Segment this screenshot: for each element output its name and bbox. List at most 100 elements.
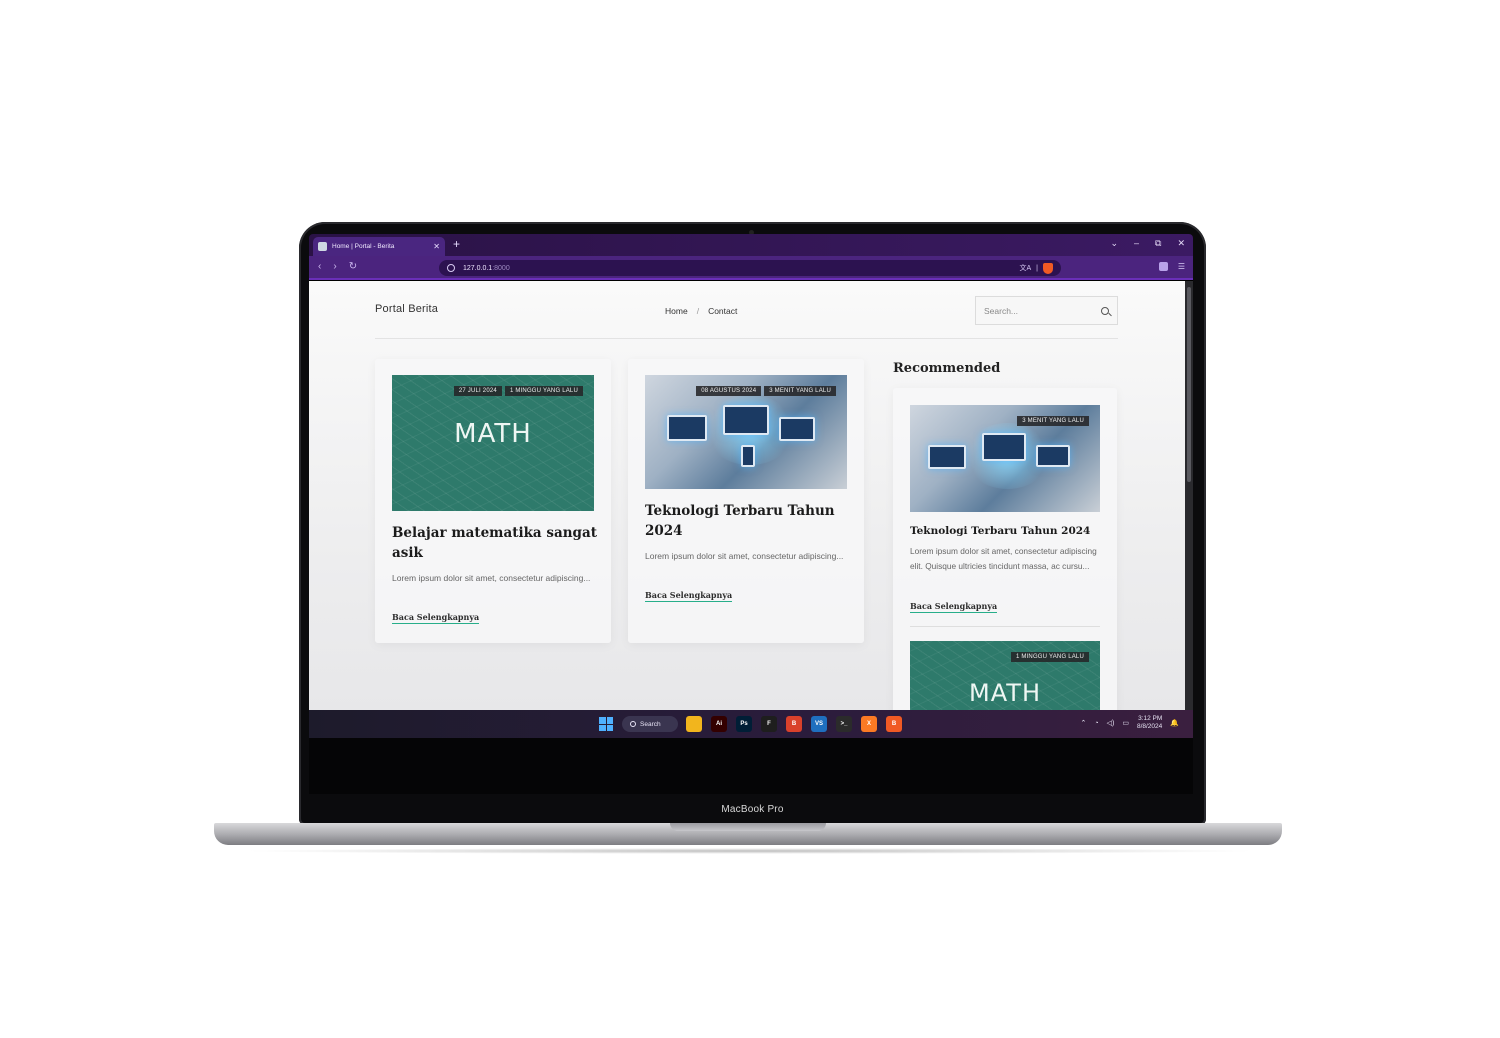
nav-buttons: ‹ › ↻ (318, 261, 357, 272)
browser-tab-active[interactable]: Home | Portal - Berita ✕ (313, 237, 445, 256)
time-ago-badge: 1 MINGGU YANG LALU (1010, 652, 1089, 662)
read-more-link[interactable]: Baca Selengkapnya (645, 590, 733, 602)
monitor-device (982, 433, 1026, 461)
read-more-link[interactable]: Baca Selengkapnya (910, 601, 998, 613)
base-shadow (240, 848, 1260, 854)
math-word: MATH (454, 419, 532, 449)
article-card: MATH 27 JULI 2024 1 MINGGU YANG LALU Bel… (375, 359, 611, 643)
screen-bottom-edge (309, 738, 1193, 794)
recommended-title[interactable]: Teknologi Terbaru Tahun 2024 (910, 524, 1105, 540)
tab-search-icon[interactable]: ⌄ (1110, 238, 1118, 249)
base-notch (670, 823, 826, 831)
toolbar-menu: ☰ (1158, 262, 1185, 271)
new-tab-button[interactable]: + (453, 237, 460, 251)
recommended-image-technology[interactable]: 3 MENIT YANG LALU (910, 405, 1100, 512)
laptop-device (667, 415, 707, 441)
math-word: MATH (969, 679, 1041, 707)
site-brand[interactable]: Portal Berita (375, 303, 438, 315)
address-bar[interactable]: 127.0.0.1:8000 文A | (439, 260, 1061, 276)
taskbar-clock[interactable]: 3:12 PM 8/8/2024 (1137, 715, 1162, 731)
nav-home-link[interactable]: Home (665, 306, 688, 316)
profile-icon[interactable] (1158, 262, 1168, 271)
screen: Home | Portal - Berita ✕ + ⌄ – ⧉ ✕ ‹ › ↻… (309, 234, 1193, 794)
time-ago-badge: 3 MENIT YANG LALU (1017, 416, 1089, 426)
window-controls: ⌄ – ⧉ ✕ (1110, 238, 1185, 249)
minimize-icon[interactable]: – (1134, 238, 1139, 249)
volume-icon[interactable]: ◁) (1107, 719, 1115, 727)
restore-icon[interactable]: ⧉ (1155, 238, 1161, 249)
scrollbar-thumb[interactable] (1187, 287, 1191, 482)
laptop-lid: Home | Portal - Berita ✕ + ⌄ – ⧉ ✕ ‹ › ↻… (299, 222, 1206, 825)
start-tile (606, 717, 613, 724)
search-icon[interactable] (1101, 306, 1109, 315)
browser-toolbar: ‹ › ↻ 127.0.0.1:8000 文A | ☰ (309, 256, 1193, 280)
close-window-icon[interactable]: ✕ (1177, 238, 1185, 249)
address-bar-actions: 文A | (1020, 262, 1053, 274)
back-icon[interactable]: ‹ (318, 261, 321, 272)
laptop-base (214, 823, 1282, 845)
vscode-icon[interactable]: VS (811, 716, 827, 732)
time-ago-badge: 3 MENIT YANG LALU (764, 386, 836, 396)
notification-bell-icon[interactable]: 🔔 (1170, 719, 1179, 727)
hamburger-menu-icon[interactable]: ☰ (1178, 262, 1185, 271)
monitor-device (723, 405, 769, 435)
url-port: :8000 (492, 264, 510, 272)
xampp-glyph: X (866, 721, 871, 727)
recommended-badges: 1 MINGGU YANG LALU (1010, 652, 1089, 662)
close-tab-icon[interactable]: ✕ (433, 242, 440, 251)
article-badges: 08 AGUSTUS 2024 3 MENIT YANG LALU (696, 386, 836, 396)
search-input[interactable] (984, 305, 1094, 316)
article-title[interactable]: Belajar matematika sangat asik (392, 523, 597, 564)
photoshop-icon[interactable]: Ps (736, 716, 752, 732)
tab-title: Home | Portal - Berita (332, 243, 395, 250)
article-card: 08 AGUSTUS 2024 3 MENIT YANG LALU Teknol… (628, 359, 864, 643)
tray-overflow-icon[interactable]: ⌃ (1081, 719, 1087, 727)
xampp-icon[interactable]: X (861, 716, 877, 732)
forward-icon[interactable]: › (333, 261, 336, 272)
start-tile (599, 717, 606, 724)
bezel-label: MacBook Pro (721, 804, 784, 815)
battery-icon[interactable]: ▭ (1122, 719, 1129, 727)
taskbar-apps: Ai Ps F B VS >_ X B (686, 716, 902, 732)
vscode-glyph: VS (814, 721, 823, 727)
recommended-card: 3 MENIT YANG LALU Teknologi Terbaru Tahu… (893, 388, 1117, 710)
phone-device (741, 445, 755, 467)
clock-date: 8/8/2024 (1136, 723, 1163, 731)
article-image-math[interactable]: MATH 27 JULI 2024 1 MINGGU YANG LALU (392, 375, 594, 511)
article-image-technology[interactable]: 08 AGUSTUS 2024 3 MENIT YANG LALU (645, 375, 847, 489)
site-info-icon[interactable] (447, 264, 455, 272)
tablet-device (1036, 445, 1070, 467)
system-tray: ⌃ ◔ ◁) ▭ 3:12 PM 8/8/2024 🔔 (1081, 715, 1179, 731)
article-badges: 27 JULI 2024 1 MINGGU YANG LALU (453, 386, 583, 396)
nav-contact-link[interactable]: Contact (708, 306, 737, 316)
taskbar-search-button[interactable]: Search (622, 716, 678, 732)
wifi-icon[interactable]: ◔ (1094, 720, 1098, 727)
search-icon (630, 721, 636, 727)
start-tile (606, 724, 613, 731)
brave-nightly-icon[interactable]: B (786, 716, 802, 732)
page-scrollbar[interactable] (1185, 281, 1193, 710)
illustrator-icon[interactable]: Ai (711, 716, 727, 732)
taskbar-search-label: Search (640, 720, 661, 728)
reload-icon[interactable]: ↻ (349, 261, 357, 272)
recommended-excerpt: Lorem ipsum dolor sit amet, consectetur … (910, 546, 1097, 571)
illustrator-glyph: Ai (716, 721, 722, 727)
article-title[interactable]: Teknologi Terbaru Tahun 2024 (645, 501, 850, 542)
url-text[interactable]: 127.0.0.1:8000 (463, 265, 510, 272)
brave-shield-icon[interactable] (1043, 262, 1053, 274)
windows-start-icon[interactable] (599, 717, 613, 731)
brave-icon[interactable]: B (886, 716, 902, 732)
date-badge: 27 JULI 2024 (453, 386, 502, 396)
brave-nightly-glyph: B (791, 721, 797, 727)
search-box (975, 296, 1118, 325)
recommended-image-math[interactable]: MATH 1 MINGGU YANG LALU (910, 641, 1100, 710)
read-more-link[interactable]: Baca Selengkapnya (392, 612, 480, 624)
terminal-icon[interactable]: >_ (836, 716, 852, 732)
translate-icon[interactable]: 文A (1020, 263, 1032, 273)
windows-taskbar: Search Ai Ps F B VS >_ X B ⌃ ◔ ◁) ▭ 3:12 PM 8/8… (309, 710, 1193, 738)
file-explorer-icon[interactable] (686, 716, 702, 732)
laptop-device (928, 445, 966, 469)
favicon-icon (318, 242, 327, 251)
recommended-badges: 3 MENIT YANG LALU (1017, 416, 1089, 426)
figma-icon[interactable]: F (761, 716, 777, 732)
